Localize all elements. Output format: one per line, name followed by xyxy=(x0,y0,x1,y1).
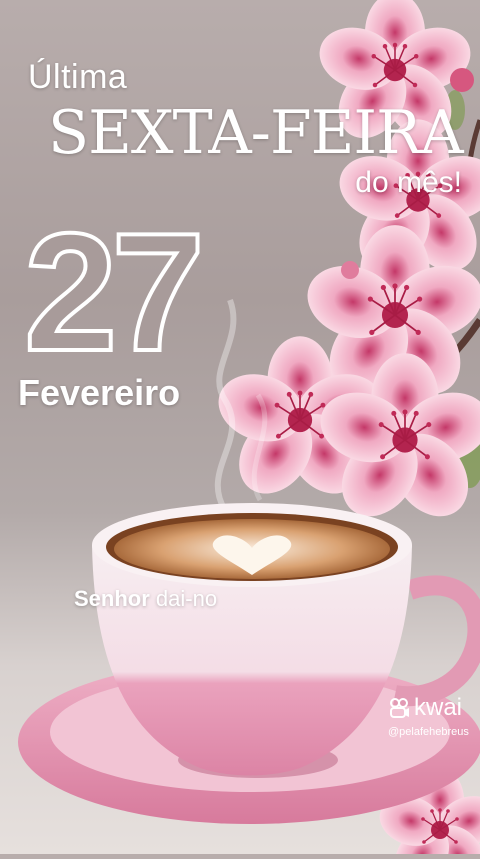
day-number: 27 xyxy=(22,210,207,370)
prayer-text: Senhor dai-no xyxy=(74,586,217,612)
account-handle: @pelafehebreus xyxy=(388,726,469,738)
prayer-bold: Senhor xyxy=(74,586,150,611)
month-label: Fevereiro xyxy=(18,372,181,413)
kwai-logo-icon xyxy=(390,698,409,718)
headline-line-3: do mês! xyxy=(355,166,462,199)
headline-title: SEXTA-FEIRA xyxy=(48,98,464,168)
svg-text:27: 27 xyxy=(24,210,199,370)
prayer-rest: dai-no xyxy=(149,586,218,611)
kwai-watermark: kwai xyxy=(388,694,462,722)
kwai-brand-label: kwai xyxy=(414,694,463,721)
headline-line-1: Última xyxy=(28,58,128,96)
